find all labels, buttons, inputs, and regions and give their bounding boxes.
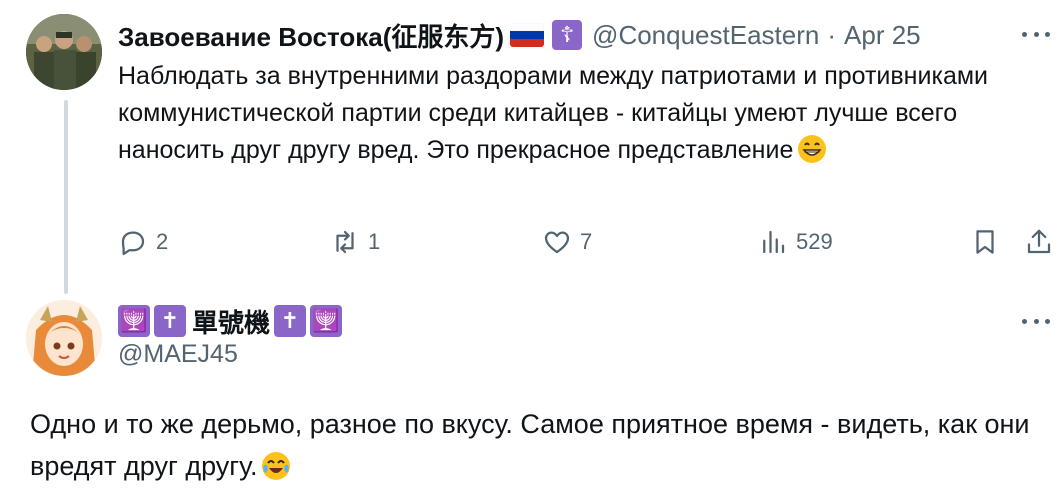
cross-icon: ✝ (274, 305, 307, 337)
reply-button[interactable]: 2 (118, 224, 168, 260)
handle[interactable]: @ConquestEastern (592, 20, 819, 51)
avatar[interactable] (26, 300, 102, 376)
repost-button[interactable]: 1 (330, 224, 380, 260)
tweet-actions: 2 1 7 529 (118, 224, 1058, 260)
reply-icon (121, 231, 145, 256)
bookmark-icon (976, 230, 994, 254)
bookmark-button[interactable] (970, 224, 1000, 260)
thread-line (64, 100, 68, 294)
menorah-icon: 🕎 (118, 305, 150, 337)
views-count: 529 (796, 229, 833, 254)
like-button[interactable]: 7 (542, 224, 592, 260)
repost-icon (336, 230, 354, 254)
handle[interactable]: @MAEJ45 (118, 340, 238, 369)
tweet-text: Одно и то же дерьмо, разное по вкусу. Са… (30, 403, 1030, 487)
views-icon (763, 230, 785, 254)
tweet-header: Завоевание Востока(征服东方) ☦ @ConquestEast… (118, 18, 921, 52)
more-icon[interactable] (1022, 316, 1050, 326)
russia-flag-icon (510, 23, 545, 47)
display-name[interactable]: Завоевание Востока(征服东方) (118, 17, 504, 54)
tears-of-joy-emoji (261, 451, 291, 481)
like-icon (544, 231, 570, 254)
reply-count: 2 (156, 229, 169, 254)
display-name[interactable]: 單號機 (192, 303, 270, 340)
cross-icon: ✝ (154, 305, 186, 337)
like-count: 7 (580, 229, 593, 254)
menorah-icon: 🕎 (310, 305, 343, 337)
tweet-text-content: Одно и то же дерьмо, разное по вкусу. Са… (30, 409, 1030, 481)
views-button[interactable]: 529 (758, 224, 833, 260)
share-icon (1027, 229, 1051, 254)
grin-emoji (797, 134, 827, 164)
more-icon[interactable] (1022, 29, 1050, 39)
repost-count: 1 (368, 229, 381, 254)
tweet-text: Наблюдать за внутренними раздорами между… (118, 58, 1018, 169)
timestamp[interactable]: Apr 25 (844, 20, 921, 51)
share-button[interactable] (1024, 224, 1054, 260)
tweet-header: 🕎 ✝ 單號機 ✝ 🕎 (118, 304, 346, 338)
avatar[interactable] (26, 14, 102, 90)
tweet-text-content: Наблюдать за внутренними раздорами между… (118, 62, 988, 164)
separator: · (827, 19, 837, 50)
orthodox-cross-icon: ☦ (552, 20, 583, 50)
